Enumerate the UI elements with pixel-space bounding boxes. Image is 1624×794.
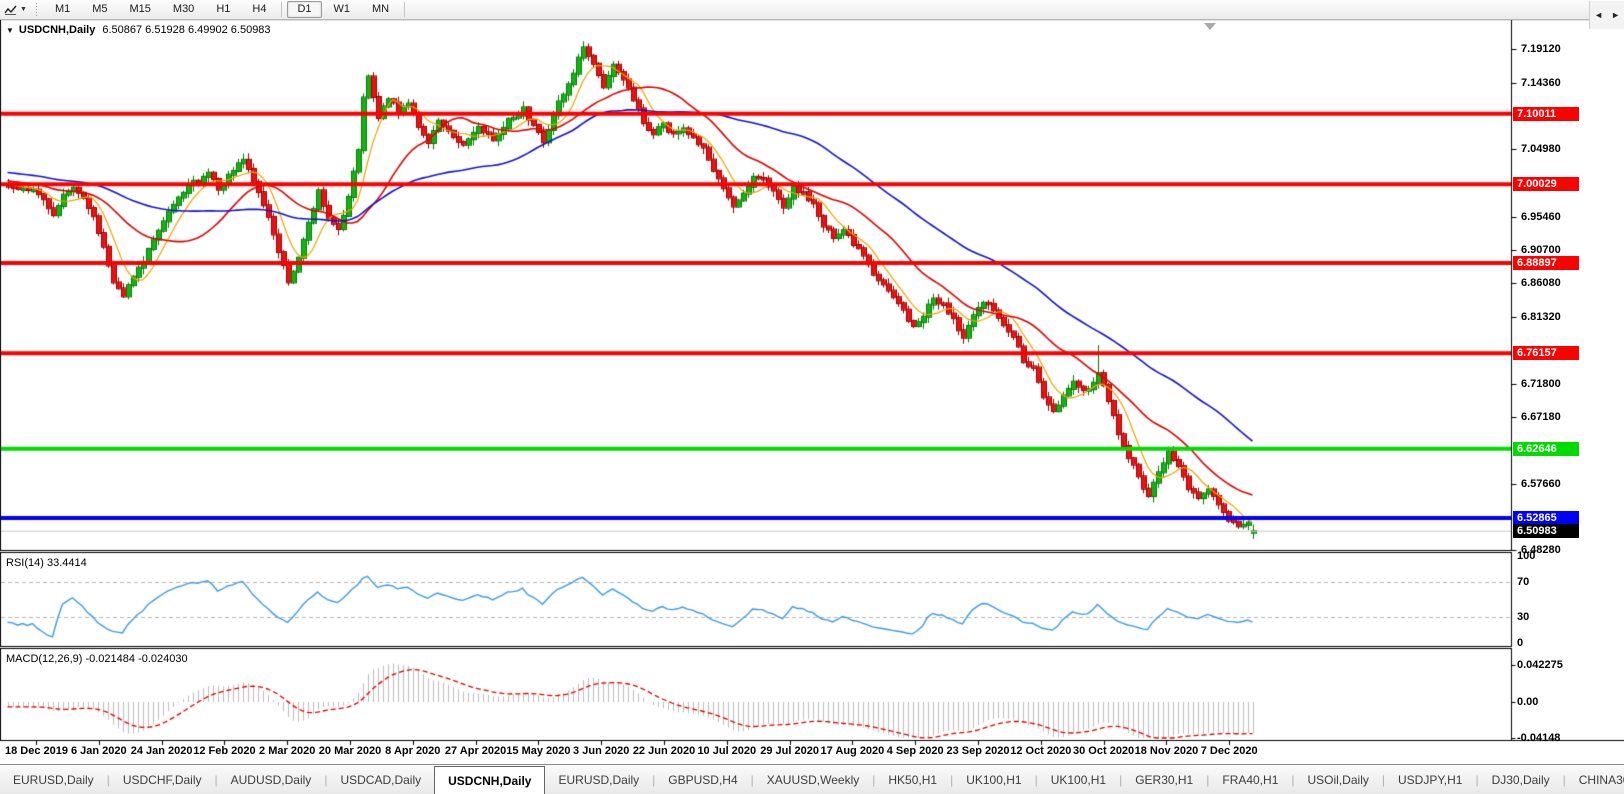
chart-tab-xauusd-weekly[interactable]: XAUUSD,Weekly [754,765,872,794]
date-tick-label: 6 Jan 2020 [70,745,127,757]
date-tick-label: 22 Jun 2020 [632,745,696,757]
period-button-h4[interactable]: H4 [242,1,276,18]
chart-tab-dj30-daily[interactable]: DJ30,Daily [1479,765,1563,794]
period-button-m15[interactable]: M15 [120,1,161,18]
date-tick-label: 7 Dec 2020 [1200,745,1258,757]
date-tick-label: 18 Nov 2020 [1134,745,1199,757]
period-button-h1[interactable]: H1 [206,1,240,18]
chart-ohlc: 6.50867 6.51928 6.49902 6.50983 [102,24,271,36]
chart-tab-usoil-daily[interactable]: USOil,Daily [1295,765,1382,794]
chart-symbol: USDCNH,Daily [18,24,96,36]
chart-tab-eurusd-daily[interactable]: EURUSD,Daily [545,765,652,794]
date-tick-label: 27 Apr 2020 [444,745,507,757]
chart-tab-eurusd-daily[interactable]: EURUSD,Daily [0,765,107,794]
price-tick-label: 6.67180 [1521,410,1561,423]
collapse-triangle-icon[interactable]: ▼ [6,26,14,35]
period-button-d1[interactable]: D1 [287,1,322,18]
charts-mode-button[interactable]: ▼ [0,0,31,19]
price-tick-label: 7.04980 [1521,143,1561,156]
chart-shift-marker-icon[interactable] [1204,23,1216,30]
period-button-m1[interactable]: M1 [45,1,80,18]
date-tick-label: 10 Jul 2020 [697,745,757,757]
price-tick-label: 6.81320 [1521,310,1561,323]
tab-scroll-buttons: ◄ ► [1589,1,1624,29]
price-chart-canvas[interactable] [0,0,1624,793]
chart-tab-usdcnh-daily[interactable]: USDCNH,Daily [434,766,546,794]
date-tick-label: 20 Mar 2020 [318,745,382,757]
chart-tab-bar: EURUSD,Daily | USDCHF,Daily | AUDUSD,Daily | U… [0,764,1624,794]
date-tick-label: 23 Sep 2020 [946,745,1010,757]
date-tick-label: 18 Dec 2019 [5,745,68,757]
chart-tab-fra40-h1[interactable]: FRA40,H1 [1209,765,1291,794]
chart-tab-uk100-h1[interactable]: UK100,H1 [953,765,1034,794]
dropdown-caret-icon[interactable]: ▼ [20,6,27,13]
chart-tab-china300-h1[interactable]: CHINA300,H1 [1566,765,1624,794]
chart-tab-usdjpy-h1[interactable]: USDJPY,H1 [1385,765,1475,794]
tab-scroll-right-icon[interactable]: ► [1611,10,1620,20]
date-tick-label: 3 Jun 2020 [573,745,630,757]
toolbar-separator [281,2,283,17]
chart-tab-hk50-h1[interactable]: HK50,H1 [875,765,950,794]
rsi-axis-label: 70 [1517,576,1530,589]
period-button-m30[interactable]: M30 [163,1,204,18]
toolbar-grip[interactable] [34,3,40,16]
price-line-label: 6.52865 [1513,510,1579,525]
chart-title: ▼ USDCNH,Daily 6.50867 6.51928 6.49902 6.5… [6,24,271,36]
macd-axis-label: 0.00 [1517,696,1539,708]
chart-tab-ger30-h1[interactable]: GER30,H1 [1122,765,1206,794]
toolbar-separator [404,2,406,17]
price-line-label: 6.88897 [1513,256,1579,271]
date-tick-label: 8 Apr 2020 [385,745,441,757]
date-tick-label: 12 Feb 2020 [193,745,256,757]
macd-label: MACD(12,26,9) -0.021484 -0.024030 [6,653,188,665]
price-tick-label: 6.86080 [1521,276,1561,289]
period-buttons: M1 M5 M15 M30 H1 H4 D1 W1 MN [44,0,409,19]
price-line-label: 6.76157 [1513,346,1579,361]
price-line-label: 7.10011 [1513,106,1579,121]
chart-tab-usdcad-daily[interactable]: USDCAD,Daily [327,765,434,794]
macd-axis-label: -0.04148 [1517,731,1561,744]
rsi-label: RSI(14) 33.4414 [6,557,87,569]
price-tick-label: 6.57660 [1521,477,1561,490]
period-button-w1[interactable]: W1 [324,1,361,18]
date-tick-label: 30 Oct 2020 [1073,745,1135,757]
chart-mode-icon [4,5,17,15]
chart-tab-audusd-daily[interactable]: AUDUSD,Daily [218,765,325,794]
price-line-label: 7.00029 [1513,177,1579,192]
date-tick-label: 17 Aug 2020 [820,745,885,757]
price-tick-label: 6.95460 [1521,210,1561,223]
timeframe-toolbar: ▼ M1 M5 M15 M30 H1 H4 D1 W1 MN [0,0,1624,20]
price-tick-label: 6.90700 [1521,244,1561,257]
date-tick-label: 12 Oct 2020 [1010,745,1072,757]
rsi-axis-label: 0 [1517,637,1524,649]
date-tick-label: 29 Jul 2020 [760,745,819,757]
date-tick-label: 24 Jan 2020 [130,745,193,757]
chart-tab-uk100-h1[interactable]: UK100,H1 [1038,765,1119,794]
macd-axis-label: 0.042275 [1517,659,1563,672]
price-line-label: 6.50983 [1513,524,1579,539]
period-button-m5[interactable]: M5 [82,1,117,18]
date-tick-label: 2 Mar 2020 [259,745,316,757]
tab-scroll-left-icon[interactable]: ◄ [1594,10,1603,20]
rsi-axis-label: 100 [1517,550,1536,562]
date-tick-label: 15 May 2020 [506,745,571,757]
price-tick-label: 6.71800 [1521,377,1561,390]
date-tick-label: 4 Sep 2020 [886,745,944,757]
rsi-axis-label: 30 [1517,610,1530,623]
chart-tab-gbpusd-h4[interactable]: GBPUSD,H4 [655,765,750,794]
price-line-label: 6.62646 [1513,441,1579,456]
price-tick-label: 7.19120 [1521,43,1561,56]
period-button-mn[interactable]: MN [362,1,399,18]
chart-tab-usdchf-daily[interactable]: USDCHF,Daily [110,765,215,794]
price-tick-label: 7.14360 [1521,77,1561,89]
